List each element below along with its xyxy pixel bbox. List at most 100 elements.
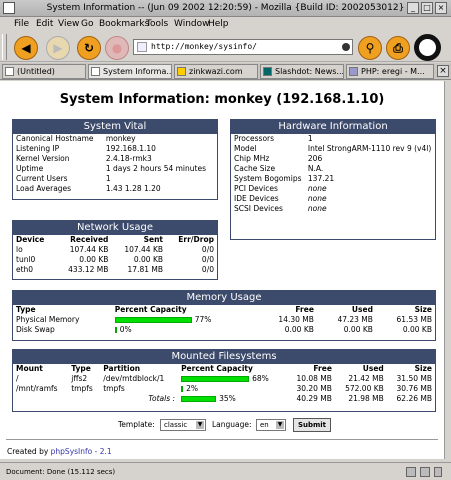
menu-view[interactable]: View xyxy=(58,19,79,29)
memory-type: Physical Memory xyxy=(16,315,80,324)
table-header-row: Device Received Sent Err/Drop xyxy=(13,235,217,245)
system-vital-table: Canonical Hostname monkey Listening IP 192.… xyxy=(13,134,217,194)
vital-value: 1 xyxy=(105,174,111,183)
fs-total-free: 40.29 MB xyxy=(296,394,332,403)
memory-percent-cell: 77% xyxy=(112,315,258,325)
language-select[interactable]: en ▼ xyxy=(256,419,286,431)
url-history-dropdown[interactable] xyxy=(342,43,350,51)
fs-size: 30.76 MB xyxy=(396,384,432,393)
phpsysinfo-link[interactable]: phpSysInfo - 2.1 xyxy=(51,447,112,456)
stop-button[interactable]: ● xyxy=(105,36,129,60)
tab-zinkwazi[interactable]: zinkwazi.com xyxy=(174,64,258,79)
search-button[interactable]: ⚲ xyxy=(358,36,382,60)
tab-slashdot[interactable]: Slashdot: News... xyxy=(260,64,344,79)
network-cell: 0.00 KB xyxy=(133,255,164,264)
vertical-scrollbar[interactable] xyxy=(444,81,451,459)
tab-label: Slashdot: News... xyxy=(275,67,344,76)
vital-value: 2.4.18-rmk3 xyxy=(105,154,152,163)
online-status-icon[interactable] xyxy=(406,467,416,477)
back-button[interactable]: ◀ xyxy=(14,36,38,60)
reload-button[interactable]: ↻ xyxy=(77,36,101,60)
tab-system-information[interactable]: System Informa... xyxy=(88,64,172,79)
fs-column-header: Percent Capacity xyxy=(181,364,253,373)
tab-label: (Untitled) xyxy=(17,67,55,76)
throbber-icon[interactable] xyxy=(414,34,441,61)
status-bar: Document: Done (15.112 secs) xyxy=(0,462,451,480)
memory-column-header: Used xyxy=(351,305,373,314)
system-vital-heading: System Vital xyxy=(13,120,217,134)
table-row: /mnt/ramfs tmpfs tmpfs 2% 30.20 MB 572.00 KB 3… xyxy=(13,384,435,394)
vital-value: 1 days 2 hours 54 minutes xyxy=(105,164,206,173)
menu-bookmarks[interactable]: Bookmarks xyxy=(99,19,149,29)
print-button[interactable]: ⎙ xyxy=(386,36,410,60)
template-select[interactable]: classic ▼ xyxy=(160,419,206,431)
menu-tools[interactable]: Tools xyxy=(146,19,168,29)
tab-bar: (Untitled) System Informa... zinkwazi.co… xyxy=(0,63,451,80)
memory-size: 0.00 KB xyxy=(402,325,432,334)
memory-used: 0.00 KB xyxy=(343,325,373,334)
menu-window[interactable]: Window xyxy=(174,19,210,29)
fs-partition: tmpfs xyxy=(103,384,125,393)
hardware-value: N.A. xyxy=(307,164,324,173)
table-row: Kernel Version 2.4.18-rmk3 xyxy=(13,154,217,164)
network-cell: 107.44 KB xyxy=(69,245,109,254)
security-lock-icon[interactable] xyxy=(420,467,430,477)
network-usage-table: Device Received Sent Err/Drop lo 107.44 KB 107… xyxy=(13,235,217,275)
hardware-info-heading: Hardware Information xyxy=(231,120,435,134)
maximize-button[interactable]: □ xyxy=(421,2,433,14)
network-column-header: Device xyxy=(16,235,45,244)
hardware-value: 206 xyxy=(307,154,323,163)
table-row: Load Averages 1.43 1.28 1.20 xyxy=(13,184,217,194)
minimize-button[interactable]: _ xyxy=(407,2,419,14)
page-content: System Information: monkey (192.168.1.10… xyxy=(0,81,444,459)
vital-value: monkey xyxy=(105,134,136,143)
menu-go[interactable]: Go xyxy=(81,19,93,29)
spacer xyxy=(68,394,100,404)
url-input[interactable]: http://monkey/sysinfo/ xyxy=(151,42,257,51)
tab-label: zinkwazi.com xyxy=(189,67,243,76)
tab-untitled[interactable]: (Untitled) xyxy=(2,64,86,79)
network-cell: 107.44 KB xyxy=(124,245,164,254)
status-text: Document: Done (15.112 secs) xyxy=(6,468,116,476)
hardware-value: none xyxy=(307,184,327,193)
fs-total-size: 62.26 MB xyxy=(396,394,432,403)
toolbar-grip[interactable] xyxy=(2,34,7,60)
network-usage-heading: Network Usage xyxy=(13,221,217,235)
fs-free: 30.20 MB xyxy=(296,384,332,393)
percent-label: 2% xyxy=(186,384,198,393)
usage-bar xyxy=(114,317,192,323)
network-cell: 0/0 xyxy=(201,265,214,274)
totals-row: Totals : 35% 40.29 MB 21.98 MB 62.26 MB xyxy=(13,394,435,404)
fs-free: 10.08 MB xyxy=(296,374,332,383)
fs-size: 31.50 MB xyxy=(396,374,432,383)
spacer xyxy=(13,394,68,404)
table-header-row: Mount Type Partition Percent Capacity Free Us… xyxy=(13,364,435,374)
resize-grip-icon[interactable] xyxy=(434,467,442,477)
tab-php[interactable]: PHP: eregi - M... xyxy=(346,64,434,79)
hardware-key: Model xyxy=(234,144,257,153)
vital-key: Canonical Hostname xyxy=(16,134,94,143)
fs-total-used: 21.98 MB xyxy=(348,394,384,403)
tab-label: System Informa... xyxy=(103,67,172,76)
window-title: System Information -- (Jun 09 2002 12:20… xyxy=(46,3,405,13)
close-tab-button[interactable]: × xyxy=(437,65,449,77)
menu-file[interactable]: File xyxy=(14,19,29,29)
menu-edit[interactable]: Edit xyxy=(36,19,53,29)
close-window-button[interactable]: × xyxy=(435,2,447,14)
forward-button[interactable]: ▶ xyxy=(46,36,70,60)
menu-help[interactable]: Help xyxy=(208,19,229,29)
fs-used: 572.00 KB xyxy=(345,384,384,393)
vital-key: Listening IP xyxy=(16,144,60,153)
window-titlebar[interactable]: System Information -- (Jun 09 2002 12:20… xyxy=(0,0,451,17)
menu-bar: File Edit View Go Bookmarks Tools Window… xyxy=(0,17,451,33)
reload-icon: ↻ xyxy=(83,41,95,55)
hardware-value: 137.21 xyxy=(307,174,335,183)
url-bar[interactable]: http://monkey/sysinfo/ xyxy=(133,39,353,55)
system-vital-panel: System Vital Canonical Hostname monkey Lis… xyxy=(12,119,218,200)
page-icon xyxy=(91,67,100,76)
percent-label: 0% xyxy=(119,325,132,334)
memory-size: 61.53 MB xyxy=(396,315,432,324)
hardware-key: Processors xyxy=(234,134,275,143)
usage-bar xyxy=(181,386,184,392)
submit-button[interactable]: Submit xyxy=(293,418,331,432)
